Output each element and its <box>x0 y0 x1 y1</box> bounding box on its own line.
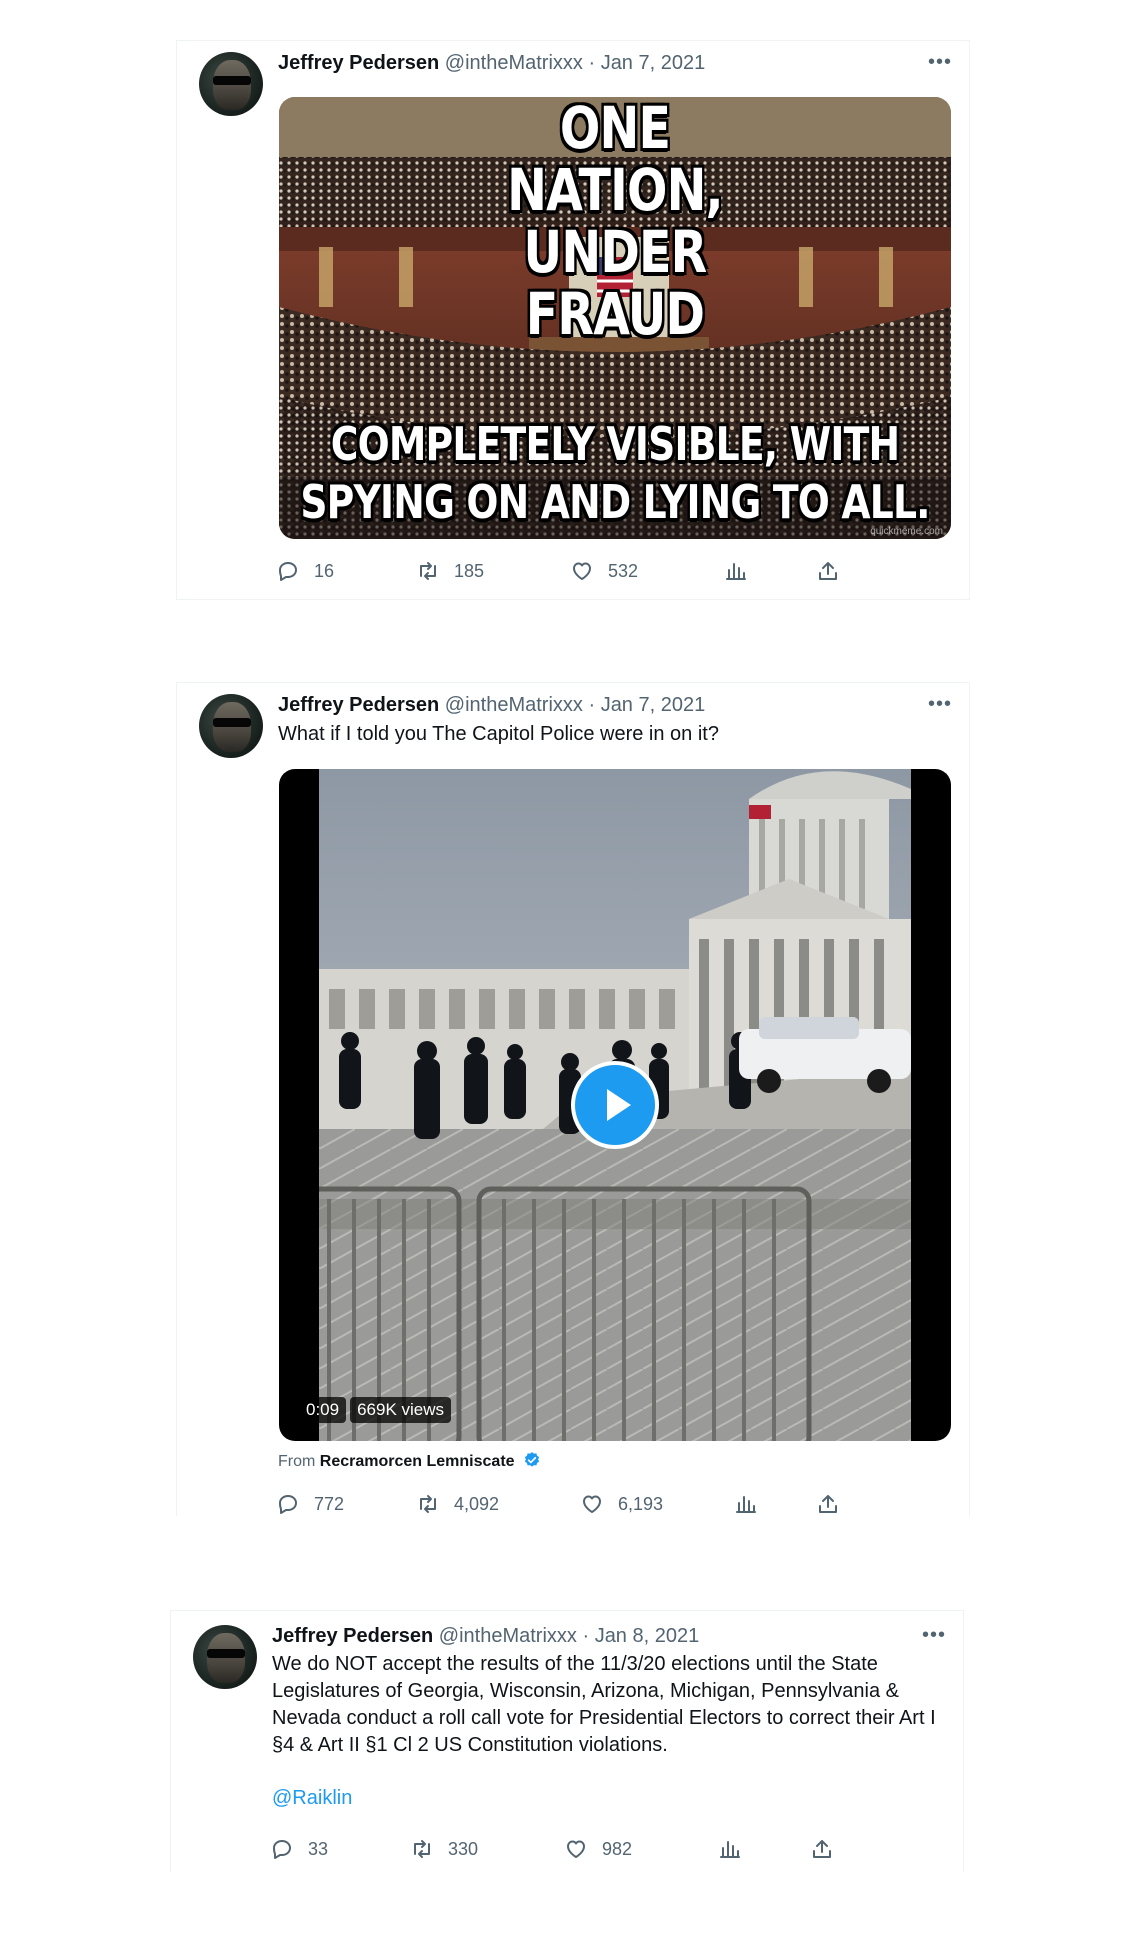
tweet-actions: 33 330 982 <box>270 1834 870 1864</box>
analytics-icon <box>736 1496 756 1513</box>
share-button[interactable] <box>810 1834 834 1864</box>
tweet-2[interactable]: Jeffrey Pedersen @intheMatrixxx · Jan 7,… <box>176 682 970 1516</box>
verified-badge-icon <box>524 1452 540 1467</box>
avatar-face <box>213 702 251 752</box>
like-button[interactable]: 532 <box>570 556 638 586</box>
tweet-text: We do NOT accept the results of the 11/3… <box>272 1653 936 1756</box>
mention-link[interactable]: @Raiklin <box>272 1785 352 1812</box>
retweet-button[interactable]: 330 <box>410 1834 478 1864</box>
play-icon <box>607 1089 631 1121</box>
analytics-button[interactable] <box>734 1489 758 1519</box>
from-label: From <box>278 1453 316 1470</box>
analytics-icon <box>720 1841 740 1858</box>
video-duration: 0:09 <box>299 1397 347 1423</box>
avatar[interactable] <box>199 694 263 758</box>
play-button[interactable] <box>571 1061 659 1149</box>
share-icon <box>813 1840 831 1858</box>
author-name[interactable]: Jeffrey Pedersen <box>278 52 439 74</box>
avatar-glasses <box>207 1649 245 1658</box>
reply-count: 16 <box>314 560 335 581</box>
tweet-1[interactable]: Jeffrey Pedersen @intheMatrixxx · Jan 7,… <box>176 40 970 600</box>
reply-button[interactable]: 33 <box>270 1834 328 1864</box>
heart-icon <box>573 562 591 580</box>
tweet-date[interactable]: Jan 8, 2021 <box>595 1625 700 1647</box>
like-count: 982 <box>602 1838 633 1859</box>
more-options-icon[interactable]: ••• <box>919 1625 949 1650</box>
retweet-button[interactable]: 185 <box>416 556 484 586</box>
like-button[interactable]: 982 <box>564 1834 632 1864</box>
author-handle[interactable]: @intheMatrixxx <box>445 694 583 716</box>
retweet-count: 4,092 <box>454 1493 500 1514</box>
tweet-date[interactable]: Jan 7, 2021 <box>601 694 706 716</box>
avatar-glasses <box>213 76 251 85</box>
reply-button[interactable]: 772 <box>276 1489 344 1519</box>
reply-icon <box>273 1840 291 1859</box>
separator-dot: · <box>588 694 596 716</box>
avatar-glasses <box>213 718 251 727</box>
meme-bottom-text: COMPLETELY VISIBLE, WITH SPYING ON AND L… <box>300 417 930 529</box>
reply-count: 33 <box>308 1838 329 1859</box>
avatar-face <box>213 60 251 110</box>
like-button[interactable]: 6,193 <box>580 1489 663 1519</box>
retweet-button[interactable]: 4,092 <box>416 1489 499 1519</box>
separator-dot: · <box>582 1625 590 1647</box>
analytics-button[interactable] <box>724 556 748 586</box>
reply-count: 772 <box>314 1493 345 1514</box>
video-source: From Recramorcen Lemniscate <box>278 1451 541 1471</box>
watermark: quickmeme.com <box>870 526 943 537</box>
avatar[interactable] <box>199 52 263 116</box>
retweet-count: 330 <box>448 1838 479 1859</box>
avatar-face <box>207 1633 245 1683</box>
tweet-header: Jeffrey Pedersen @intheMatrixxx · Jan 8,… <box>272 1624 699 1648</box>
share-icon <box>819 1495 837 1513</box>
reply-icon <box>279 562 297 581</box>
tweet-actions: 16 185 532 <box>276 556 876 586</box>
more-options-icon[interactable]: ••• <box>925 694 955 719</box>
author-handle[interactable]: @intheMatrixxx <box>445 52 583 74</box>
reply-button[interactable]: 16 <box>276 556 334 586</box>
heart-icon <box>583 1495 601 1513</box>
tweet-header: Jeffrey Pedersen @intheMatrixxx · Jan 7,… <box>278 51 705 75</box>
like-count: 6,193 <box>618 1493 664 1514</box>
source-account[interactable]: Recramorcen Lemniscate <box>320 1453 515 1470</box>
video-meta: 0:09 669K views <box>299 1397 452 1423</box>
heart-icon <box>567 1840 585 1858</box>
meme-image[interactable]: ONE NATION, UNDER FRAUD COMPLETELY VISIB… <box>279 97 951 539</box>
retweet-icon <box>414 1840 430 1858</box>
analytics-button[interactable] <box>718 1834 742 1864</box>
reply-icon <box>279 1495 297 1514</box>
tweet-header: Jeffrey Pedersen @intheMatrixxx · Jan 7,… <box>278 693 705 717</box>
author-handle[interactable]: @intheMatrixxx <box>439 1625 577 1647</box>
tweet-actions: 772 4,092 6,193 <box>276 1489 876 1519</box>
tweet-3[interactable]: Jeffrey Pedersen @intheMatrixxx · Jan 8,… <box>170 1610 964 1872</box>
more-options-icon[interactable]: ••• <box>925 52 955 77</box>
retweet-icon <box>420 1495 436 1513</box>
share-icon <box>819 562 837 580</box>
video-player[interactable]: 0:09 669K views <box>279 769 951 1441</box>
meme-top-text: ONE NATION, UNDER FRAUD <box>507 97 723 348</box>
like-count: 532 <box>608 560 639 581</box>
video-views: 669K views <box>350 1397 452 1423</box>
retweet-icon <box>420 562 436 580</box>
tweet-text: What if I told you The Capitol Police we… <box>278 723 719 745</box>
author-name[interactable]: Jeffrey Pedersen <box>278 694 439 716</box>
share-button[interactable] <box>816 1489 840 1519</box>
analytics-icon <box>726 563 746 580</box>
retweet-count: 185 <box>454 560 485 581</box>
tweet-date[interactable]: Jan 7, 2021 <box>601 52 706 74</box>
separator-dot: · <box>588 52 596 74</box>
avatar[interactable] <box>193 1625 257 1689</box>
author-name[interactable]: Jeffrey Pedersen <box>272 1625 433 1647</box>
share-button[interactable] <box>816 556 840 586</box>
